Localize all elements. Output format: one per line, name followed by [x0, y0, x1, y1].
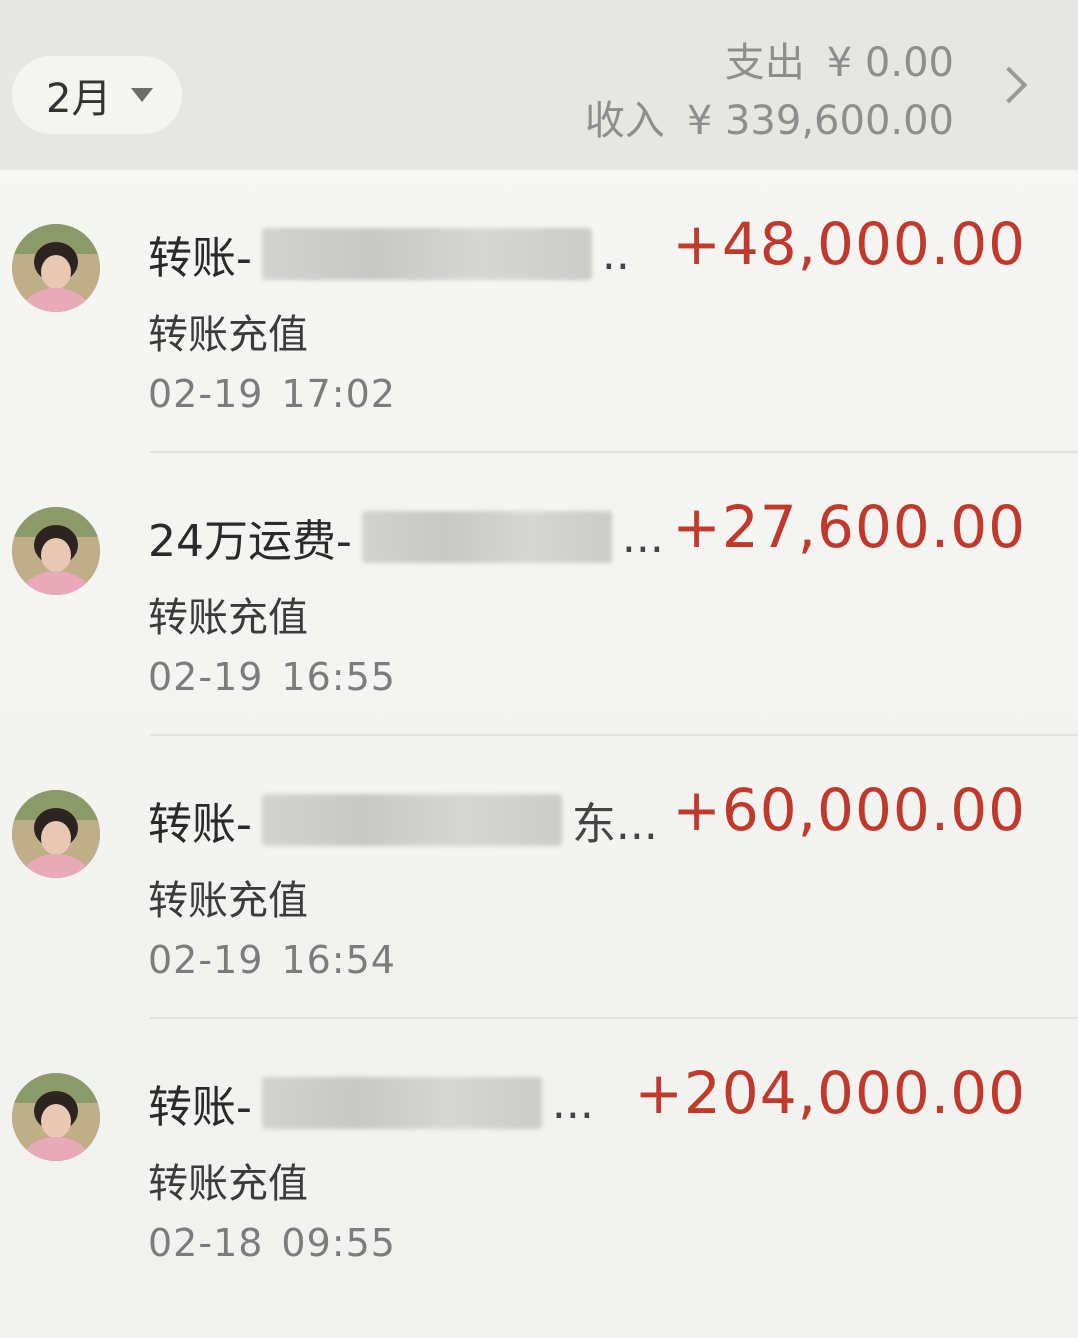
month-label: 2月: [46, 76, 112, 122]
transaction-screen: 2月 支出 ¥ 0.00 收入 ¥ 339,600.00 转账- .. +48,00…: [0, 0, 1078, 1338]
transaction-title: 24万运费- ...: [148, 505, 688, 569]
title-ellipsis: ...: [551, 1077, 594, 1129]
income-label: 收入: [584, 98, 665, 144]
transaction-time: 02-19 16:54: [148, 938, 396, 982]
redacted-block: [261, 228, 592, 280]
chevron-right-icon[interactable]: [990, 66, 1028, 104]
list-item[interactable]: 24万运费- ... +27,600.00 转账充值 02-19 16:55: [0, 453, 1078, 736]
date-text: 02-19: [148, 372, 264, 416]
transaction-type: 转账充值: [148, 595, 308, 641]
list-item[interactable]: 转账- 东... +60,000.00 转账充值 02-19 16:54: [0, 736, 1078, 1019]
caret-down-icon: [131, 88, 154, 102]
transaction-amount: +204,000.00: [634, 1059, 1026, 1127]
transaction-amount: +48,000.00: [672, 210, 1026, 278]
transaction-amount: +27,600.00: [672, 493, 1026, 561]
title-text: 转账-: [148, 233, 252, 284]
expense-label: 支出: [724, 40, 805, 86]
avatar: [12, 224, 100, 312]
time-text: 09:55: [281, 1221, 396, 1265]
transaction-type: 转账充值: [148, 1161, 308, 1207]
transaction-title: 转账- ...: [148, 1071, 688, 1135]
time-text: 16:54: [281, 938, 396, 982]
transaction-time: 02-19 17:02: [148, 372, 396, 416]
income-value: ¥ 339,600.00: [686, 98, 954, 144]
transaction-time: 02-19 16:55: [148, 655, 396, 699]
list-item[interactable]: 转账- ... +204,000.00 转账充值 02-18 09:55: [0, 1019, 1078, 1302]
transaction-list: 转账- .. +48,000.00 转账充值 02-19 17:02 24万运费-…: [0, 170, 1078, 1302]
title-ellipsis: ...: [621, 511, 664, 563]
time-text: 17:02: [281, 372, 396, 416]
title-ellipsis: ..: [601, 228, 630, 280]
title-text: 转账-: [148, 799, 252, 850]
avatar: [12, 790, 100, 878]
date-text: 02-19: [148, 655, 264, 699]
redacted-block: [361, 511, 612, 563]
redacted-block: [261, 1077, 542, 1129]
date-text: 02-18: [148, 1221, 264, 1265]
title-text: 转账-: [148, 1082, 252, 1133]
avatar: [12, 1073, 100, 1161]
transaction-type: 转账充值: [148, 878, 308, 924]
transaction-amount: +60,000.00: [672, 776, 1026, 844]
list-item[interactable]: 转账- .. +48,000.00 转账充值 02-19 17:02: [0, 170, 1078, 453]
month-selector[interactable]: 2月: [12, 56, 182, 134]
summary-totals[interactable]: 支出 ¥ 0.00 收入 ¥ 339,600.00: [585, 34, 954, 150]
income-row: 收入 ¥ 339,600.00: [585, 92, 954, 150]
expense-value: ¥ 0.00: [826, 40, 954, 86]
transaction-title: 转账- ..: [148, 222, 688, 286]
transaction-type: 转账充值: [148, 312, 308, 358]
avatar: [12, 507, 100, 595]
expense-row: 支出 ¥ 0.00: [585, 34, 954, 92]
transaction-title: 转账- 东...: [148, 788, 688, 852]
summary-header: 2月 支出 ¥ 0.00 收入 ¥ 339,600.00: [0, 0, 1078, 170]
time-text: 16:55: [281, 655, 396, 699]
date-text: 02-19: [148, 938, 264, 982]
title-ellipsis: 东...: [571, 799, 658, 850]
title-text: 24万运费-: [148, 516, 352, 567]
transaction-time: 02-18 09:55: [148, 1221, 396, 1265]
redacted-block: [261, 794, 562, 846]
